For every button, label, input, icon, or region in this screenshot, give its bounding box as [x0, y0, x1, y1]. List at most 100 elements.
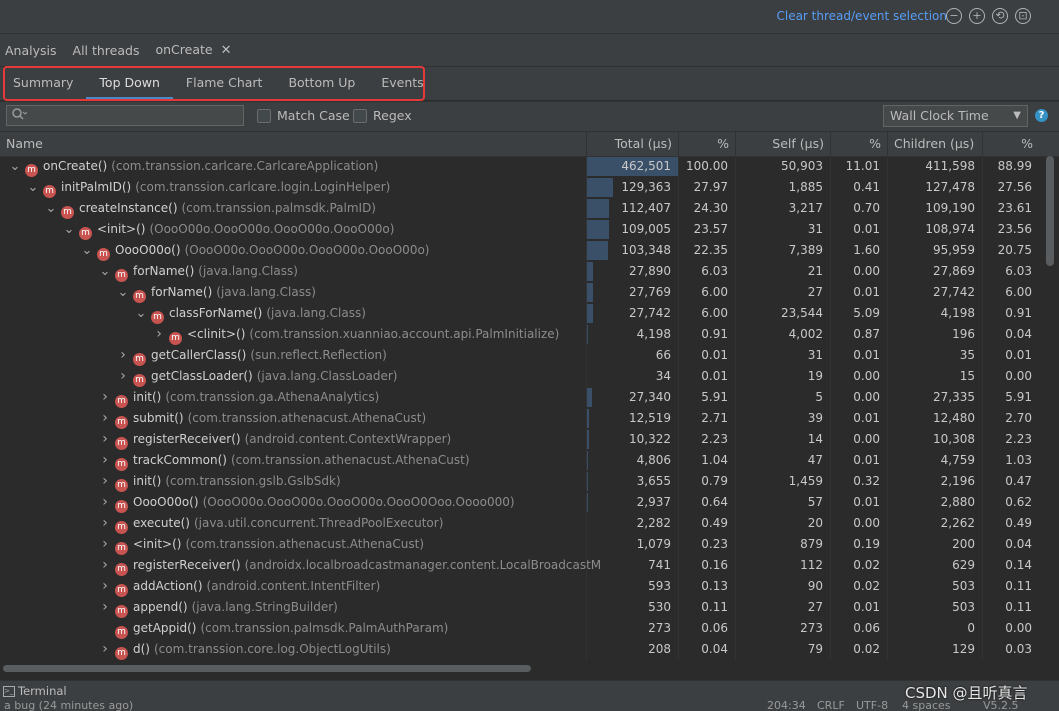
col-total-pct[interactable]: % [678, 132, 735, 156]
cell-children: 109,190 [887, 198, 982, 219]
table-row[interactable]: › m submit() (com.transsion.athenacust.Athe… [0, 408, 1059, 429]
table-row[interactable]: › m <clinit>() (com.transsion.xuanniao.acco… [0, 324, 1059, 345]
method-icon: m [115, 542, 128, 555]
total-pct-value: 6.00 [701, 306, 728, 320]
reset-zoom-icon[interactable]: ⟲ [992, 8, 1008, 24]
children-value: 12,480 [933, 411, 975, 425]
tab-analysis[interactable]: Analysis [0, 43, 62, 58]
row-name: › m submit() (com.transsion.athenacust.Athe… [0, 408, 684, 429]
chevron-right-icon[interactable]: › [152, 324, 166, 345]
total-bar [587, 178, 613, 197]
zoom-in-icon[interactable]: + [969, 8, 985, 24]
chevron-right-icon[interactable]: › [98, 408, 112, 429]
table-row[interactable]: ⌄ m onCreate() (com.transsion.carlcare.Carl… [0, 156, 1059, 177]
total-bar [587, 451, 588, 470]
table-row[interactable]: › m registerReceiver() (androidx.localbroad… [0, 555, 1059, 576]
tab-bottom-up[interactable]: Bottom Up [275, 67, 368, 100]
regex-checkbox[interactable]: Regex [353, 108, 412, 123]
status-line-ending[interactable]: CRLF [817, 701, 845, 711]
tab-all-threads[interactable]: All threads [68, 43, 145, 58]
horizontal-scrollbar[interactable] [3, 665, 531, 672]
table-row[interactable]: › m <init>() (com.transsion.athenacust.Athe… [0, 534, 1059, 555]
table-row[interactable]: ⌄ m OooO00o() (OooO00o.OooO00o.OooO00o.OooO… [0, 240, 1059, 261]
table-row[interactable]: ⌄ m forName() (java.lang.Class) 27,890 6.03 21… [0, 261, 1059, 282]
table-row[interactable]: › m execute() (java.util.concurrent.ThreadP… [0, 513, 1059, 534]
cell-self: 1,885 [735, 177, 830, 198]
table-row[interactable]: › m append() (java.lang.StringBuilder) 530 0.… [0, 597, 1059, 618]
chevron-right-icon[interactable]: › [98, 450, 112, 471]
checkbox-box[interactable] [353, 108, 367, 123]
clear-selection-link[interactable]: Clear thread/event selection [776, 9, 947, 23]
cell-children-pct: 0.04 [982, 534, 1039, 555]
col-children[interactable]: Children (μs) [887, 132, 982, 156]
chevron-right-icon[interactable]: › [116, 345, 130, 366]
chevron-right-icon[interactable]: › [98, 534, 112, 555]
fit-icon[interactable]: ⊡ [1015, 8, 1031, 24]
chevron-right-icon[interactable]: › [98, 513, 112, 534]
status-encoding[interactable]: UTF-8 [856, 701, 888, 711]
chevron-right-icon[interactable]: › [98, 555, 112, 576]
table-row[interactable]: › m getCallerClass() (sun.reflect.Reflectio… [0, 345, 1059, 366]
tab-events[interactable]: Events [368, 67, 436, 100]
table-row[interactable]: ⌄ m classForName() (java.lang.Class) 27,742 6… [0, 303, 1059, 324]
table-row[interactable]: › m getClassLoader() (java.lang.ClassLoader… [0, 366, 1059, 387]
tab-summary[interactable]: Summary [0, 67, 86, 100]
chevron-down-icon[interactable]: ⌄ [26, 177, 40, 198]
table-row[interactable]: › m trackCommon() (com.transsion.athenacust… [0, 450, 1059, 471]
method-icon: m [43, 185, 56, 198]
cell-children-pct: 6.03 [982, 261, 1039, 282]
search-input[interactable] [6, 105, 244, 126]
table-row[interactable]: ⌄ m <init>() (OooO00o.OooO00o.OooO00o.OooO0… [0, 219, 1059, 240]
chevron-down-icon[interactable]: ⌄ [116, 282, 130, 303]
total-bar [587, 325, 588, 344]
self-pct-value: 0.00 [853, 264, 880, 278]
table-row[interactable]: › m OooO00o() (OooO00o.OooO00o.OooO00o.OooO… [0, 492, 1059, 513]
chevron-right-icon[interactable]: › [98, 471, 112, 492]
table-row[interactable]: ⌄ m forName() (java.lang.Class) 27,769 6.00 27… [0, 282, 1059, 303]
chevron-down-icon[interactable]: ⌄ [44, 198, 58, 219]
row-name: › m trackCommon() (com.transsion.athenacust… [0, 450, 684, 471]
table-row[interactable]: m getAppid() (com.transsion.palmsdk.PalmAu… [0, 618, 1059, 639]
col-self-pct[interactable]: % [830, 132, 887, 156]
table-row[interactable]: › m d() (com.transsion.core.log.ObjectLogUt… [0, 639, 1059, 660]
col-name[interactable]: Name [0, 132, 586, 156]
chevron-right-icon[interactable]: › [116, 366, 130, 387]
table-row[interactable]: › m registerReceiver() (android.content.Con… [0, 429, 1059, 450]
col-self[interactable]: Self (μs) [735, 132, 830, 156]
status-position[interactable]: 204:34 [767, 701, 806, 711]
zoom-out-icon[interactable]: − [946, 8, 962, 24]
method-icon: m [115, 416, 128, 429]
chevron-down-icon[interactable]: ⌄ [80, 240, 94, 261]
tab-flame-chart[interactable]: Flame Chart [173, 67, 276, 100]
col-children-pct[interactable]: % [982, 132, 1039, 156]
tab-oncreate[interactable]: onCreate ✕ [150, 42, 236, 58]
total-pct-value: 0.49 [701, 516, 728, 530]
top-toolbar: Clear thread/event selection − + ⟲ ⊡ [0, 0, 1059, 34]
table-row[interactable]: › m init() (com.transsion.ga.AthenaAnalytic… [0, 387, 1059, 408]
table-row[interactable]: › m addAction() (android.content.IntentFilt… [0, 576, 1059, 597]
match-case-checkbox[interactable]: Match Case [257, 108, 350, 123]
cell-total: 66 [586, 345, 678, 366]
help-icon[interactable]: ? [1035, 109, 1048, 122]
terminal-tab[interactable]: Terminal [18, 684, 67, 698]
chevron-down-icon[interactable]: ⌄ [98, 261, 112, 282]
chevron-down-icon[interactable]: ⌄ [62, 219, 76, 240]
method-name: OooO00o() [133, 495, 199, 509]
chevron-right-icon[interactable]: › [98, 492, 112, 513]
vertical-scrollbar[interactable] [1046, 156, 1054, 266]
chevron-down-icon[interactable]: ⌄ [8, 156, 22, 177]
clock-type-select[interactable]: Wall Clock Time ▼ [883, 105, 1028, 127]
chevron-right-icon[interactable]: › [98, 387, 112, 408]
checkbox-box[interactable] [257, 108, 271, 123]
table-row[interactable]: › m init() (com.transsion.gslb.GslbSdk) 3,65… [0, 471, 1059, 492]
tab-top-down[interactable]: Top Down [86, 67, 173, 100]
chevron-down-icon[interactable]: ⌄ [134, 303, 148, 324]
chevron-right-icon[interactable]: › [98, 597, 112, 618]
close-icon[interactable]: ✕ [221, 43, 232, 58]
chevron-right-icon[interactable]: › [98, 639, 112, 660]
table-row[interactable]: ⌄ m initPalmID() (com.transsion.carlcare.lo… [0, 177, 1059, 198]
table-row[interactable]: ⌄ m createInstance() (com.transsion.palmsdk… [0, 198, 1059, 219]
col-total[interactable]: Total (μs) [586, 132, 678, 156]
chevron-right-icon[interactable]: › [98, 576, 112, 597]
chevron-right-icon[interactable]: › [98, 429, 112, 450]
